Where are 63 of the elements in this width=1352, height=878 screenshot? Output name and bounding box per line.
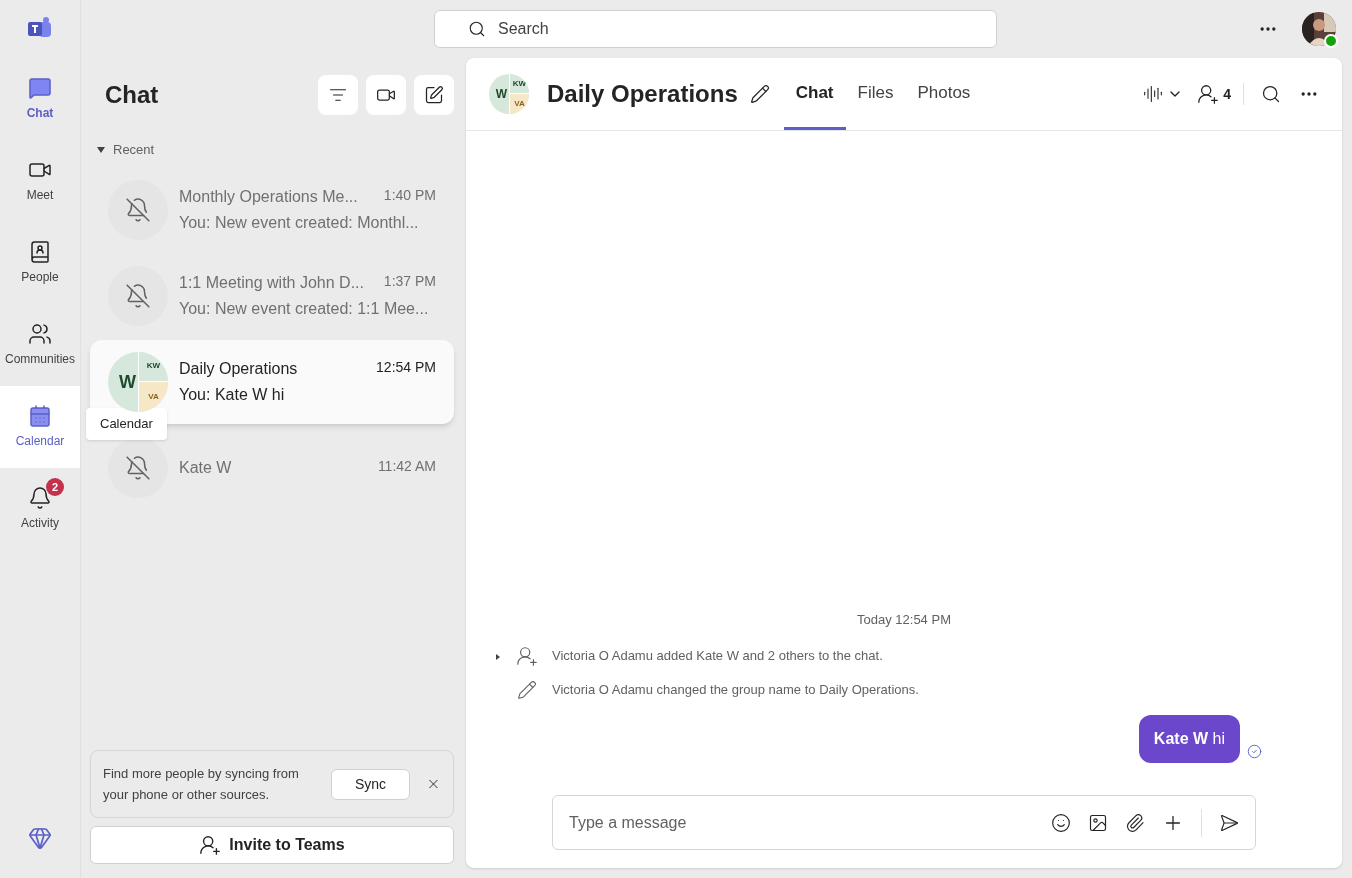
chat-preview: You: New event created: Monthl...: [179, 212, 420, 233]
nav-item[interactable]: 2 Activity: [0, 468, 80, 550]
compose-icon: [424, 85, 444, 105]
new-chat-button[interactable]: [414, 75, 454, 115]
chat-preview: You: Kate W hi: [179, 384, 286, 405]
message-input[interactable]: Type a message: [552, 795, 1256, 850]
add-person-icon: [516, 645, 538, 667]
emoji-icon[interactable]: [1051, 812, 1071, 833]
group-avatar: W KW VA: [108, 351, 168, 412]
chat-list-item[interactable]: 1:1 Meeting with John D... 1:37 PM You: New event created: 1:1 Mee...: [90, 253, 454, 338]
image-icon[interactable]: [1088, 812, 1108, 833]
tab[interactable]: Photos: [905, 58, 983, 130]
calendar-icon: [28, 404, 52, 428]
add-person-icon: [1197, 83, 1220, 105]
chat-time: 1:40 PM: [383, 185, 436, 205]
nav-item[interactable]: Chat: [0, 58, 80, 140]
group-avatar: W KW VA: [489, 74, 529, 114]
sync-message: Find more people by syncing from your phone or other sources.: [103, 765, 300, 804]
chat-list-item[interactable]: Monthly Operations Me... 1:40 PM You: New event created: Monthl...: [90, 167, 454, 252]
chat-name: 1:1 Meeting with John D...: [179, 272, 364, 293]
search-field[interactable]: Search: [434, 10, 997, 48]
paperclip-icon[interactable]: [1125, 812, 1145, 833]
waveform-icon: [1143, 84, 1164, 104]
tab[interactable]: Chat: [783, 58, 846, 130]
search-icon: [468, 20, 486, 38]
pencil-icon: [517, 680, 537, 700]
add-person-icon: [199, 834, 222, 856]
diamond-icon[interactable]: [28, 826, 52, 850]
video-call-button[interactable]: [366, 75, 406, 115]
chat-time: 12:54 PM: [376, 357, 436, 377]
search-icon[interactable]: [1261, 84, 1281, 104]
panel-title: Chat: [105, 80, 159, 110]
tooltip: Calendar: [86, 408, 167, 440]
chat-name: Kate W: [179, 457, 232, 478]
contact-book-icon: [28, 240, 52, 264]
nav-item[interactable]: People: [0, 222, 80, 304]
chat-preview: You: New event created: 1:1 Mee...: [179, 298, 430, 319]
expand-icon[interactable]: [496, 654, 500, 661]
send-icon[interactable]: [1219, 812, 1239, 833]
nav-item[interactable]: Meet: [0, 140, 80, 222]
system-message: Victoria O Adamu changed the group name to Daily Operations.: [552, 681, 919, 700]
tab[interactable]: Files: [845, 58, 906, 130]
notification-badge: 2: [46, 478, 64, 496]
edit-icon[interactable]: [749, 84, 770, 104]
chat-time: 11:42 AM: [377, 456, 436, 476]
chat-name: Monthly Operations Me...: [179, 186, 358, 207]
bell-icon: [28, 486, 52, 510]
message-bubble: Kate W hi: [1138, 715, 1240, 763]
filter-button[interactable]: [318, 75, 358, 115]
participants-button[interactable]: 4: [1197, 83, 1244, 105]
nav-item[interactable]: Communities: [0, 304, 80, 386]
system-message: Victoria O Adamu added Kate W and 2 others to the chat.: [552, 647, 883, 666]
chat-name: Daily Operations: [179, 358, 298, 379]
group-icon: [28, 322, 52, 346]
sync-button[interactable]: Sync: [330, 768, 411, 800]
invite-button[interactable]: Invite to Teams: [90, 826, 454, 864]
section-header[interactable]: Recent: [90, 140, 454, 160]
chat-time: 1:37 PM: [383, 271, 436, 291]
filter-icon: [329, 86, 347, 104]
nav-item[interactable]: Calendar: [0, 386, 80, 468]
chat-icon: [28, 76, 52, 100]
conversation-title: Daily Operations: [547, 79, 738, 109]
timestamp: Today 12:54 PM: [856, 610, 952, 629]
